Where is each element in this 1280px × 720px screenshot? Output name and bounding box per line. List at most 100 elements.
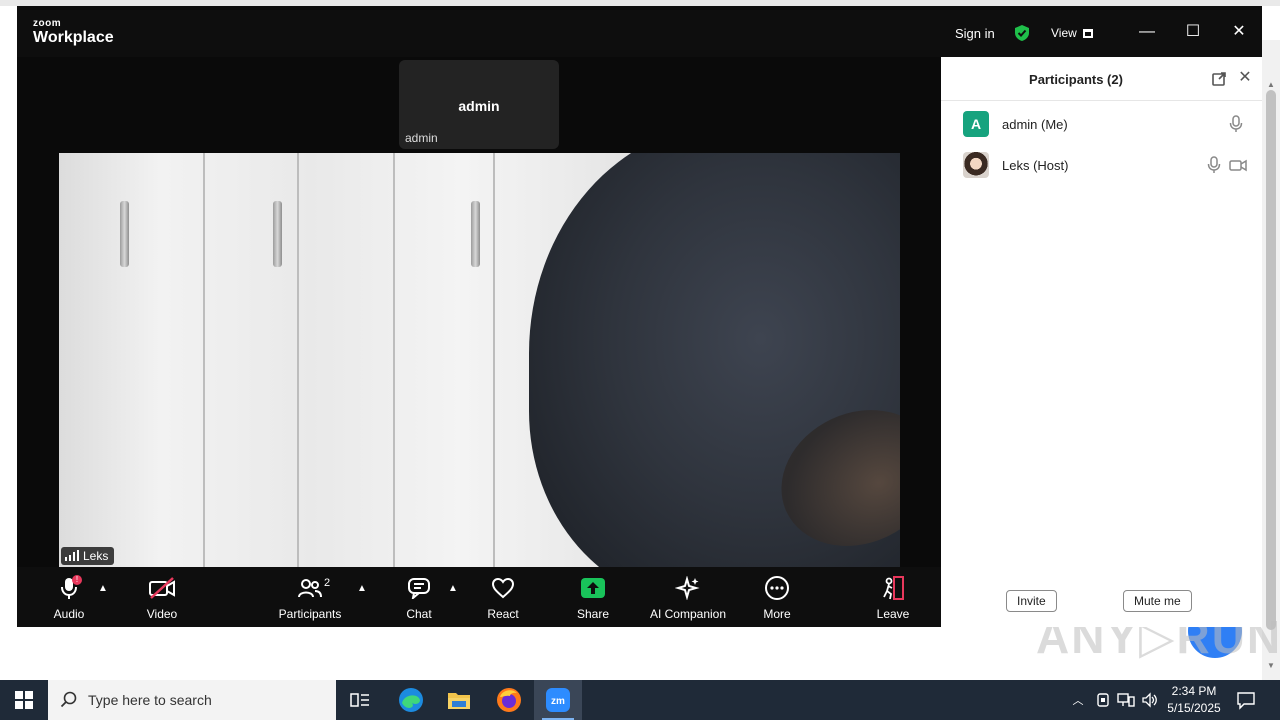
meeting-stage: admin admin Leks [17,57,941,567]
more-button[interactable]: More [757,575,797,621]
share-button[interactable]: Share [573,575,613,621]
notification-center-icon[interactable] [1236,690,1256,710]
video-seam [203,153,205,567]
react-button[interactable]: React [483,575,523,621]
close-panel-icon[interactable]: ✕ [1237,70,1253,86]
mute-me-button[interactable]: Mute me [1123,590,1192,612]
participant-row[interactable]: Leks (Host) [941,144,1262,184]
pop-out-icon[interactable] [1211,71,1227,87]
audio-button[interactable]: ! Audio [49,575,89,621]
task-view-button[interactable] [336,680,384,720]
audio-warning-badge: ! [72,575,82,585]
participant-name: admin (Me) [1002,117,1068,132]
windows-logo-icon [15,691,33,709]
invite-button[interactable]: Invite [1006,590,1057,612]
chat-label: Chat [406,607,432,621]
speaker-name-label: Leks [61,547,115,565]
sign-in-button[interactable]: Sign in [955,26,995,41]
view-button[interactable]: View [1051,26,1093,40]
leave-door-icon [883,576,904,600]
grid-view-icon [1082,29,1093,38]
network-tray-button[interactable] [1116,680,1136,720]
chat-options-caret-icon[interactable]: ▲ [448,583,458,594]
usb-device-icon [1097,693,1109,707]
signal-strength-icon [65,550,79,561]
tray-device-icon[interactable] [1094,680,1112,720]
more-dots-icon [765,576,789,600]
participants-panel: Participants (2) ✕ A admin (Me) Leks (Ho… [941,57,1262,627]
video-handle [273,201,282,267]
audio-label: Audio [53,607,85,621]
zoom-app-icon: zm [546,688,570,712]
self-tile-tag: admin [405,131,438,145]
windows-taskbar: Type here to search zm ︿ 2:34 PM 5/15/20… [0,680,1280,720]
firefox-taskbar-button[interactable] [485,680,533,720]
ai-companion-label: AI Companion [649,607,727,621]
shield-check-icon[interactable] [1013,24,1031,42]
active-speaker-video[interactable]: Leks [59,153,900,567]
show-hidden-icons-button[interactable]: ︿ [1068,680,1088,720]
share-screen-icon [581,578,605,598]
firefox-icon [497,688,521,712]
file-explorer-taskbar-button[interactable] [435,680,483,720]
avatar [963,152,989,178]
search-placeholder: Type here to search [88,692,212,708]
react-label: React [487,607,519,621]
participants-label: Participants [278,607,342,621]
video-seam [297,153,299,567]
audio-options-caret-icon[interactable]: ▲ [98,583,108,594]
meeting-toolbar: ! Audio ▲ Video 2 Participants ▲ Chat ▲ … [17,567,941,627]
task-view-icon [350,693,369,707]
participants-options-caret-icon[interactable]: ▲ [357,583,367,594]
speaker-name: Leks [83,549,109,563]
participants-panel-header: Participants (2) ✕ [941,57,1262,101]
self-video-tile[interactable]: admin admin [399,60,559,149]
video-off-icon [149,577,175,599]
video-seam [493,153,495,567]
participants-panel-title: Participants (2) [1029,72,1123,87]
heart-icon [491,577,515,599]
video-handle [471,201,480,267]
ai-companion-button[interactable]: AI Companion [645,575,731,621]
more-label: More [763,607,791,621]
participant-name: Leks (Host) [1002,158,1069,173]
edge-taskbar-button[interactable] [387,680,435,720]
network-icon [1117,693,1135,707]
logo-workplace-text: Workplace [33,29,114,46]
title-bar: zoom Workplace Sign in View — ☐ ✕ [17,6,1262,57]
scrollbar-thumb[interactable] [1266,90,1276,630]
minimize-icon[interactable]: — [1135,20,1159,44]
clock-date: 5/15/2025 [1167,701,1221,715]
zoom-taskbar-button[interactable]: zm [534,680,582,720]
folder-icon [448,693,470,709]
chat-icon [408,578,430,599]
participants-icon [298,579,322,598]
video-seam [393,153,395,567]
video-button[interactable]: Video [142,575,182,621]
start-button[interactable] [0,680,48,720]
leave-button[interactable]: Leave [873,575,913,621]
video-handle [120,201,129,267]
chat-button[interactable]: Chat [401,575,437,621]
participant-row[interactable]: A admin (Me) [941,103,1262,143]
maximize-icon[interactable]: ☐ [1181,20,1205,44]
search-icon [60,691,77,708]
clock-time: 2:34 PM [1171,684,1217,698]
microphone-icon[interactable] [1228,115,1244,133]
taskbar-clock[interactable]: 2:34 PM 5/15/2025 [1162,683,1226,717]
zoom-logo: zoom Workplace [33,18,114,47]
video-camera-icon[interactable] [1229,156,1247,174]
self-tile-name: admin [458,98,500,114]
sparkle-icon [675,576,700,600]
speaker-icon [1142,692,1157,708]
chevron-up-icon: ︿ [1072,695,1084,707]
microphone-icon[interactable] [1206,156,1222,174]
close-window-icon[interactable]: ✕ [1227,20,1251,44]
taskbar-search-box[interactable]: Type here to search [48,680,336,720]
scroll-up-arrow-icon[interactable]: ▲ [1267,80,1275,89]
browser-scrollbar[interactable]: ▲ ▼ [1262,40,1280,680]
video-label: Video [146,607,178,621]
participants-button[interactable]: 2 Participants [275,575,345,621]
leave-label: Leave [876,607,910,621]
volume-tray-button[interactable] [1140,680,1160,720]
